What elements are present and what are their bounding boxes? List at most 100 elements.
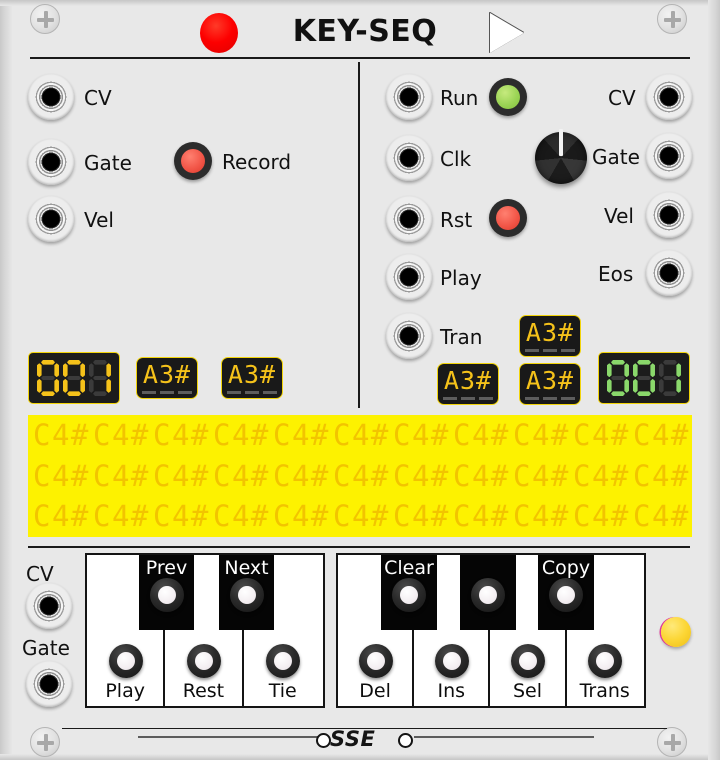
button-cap xyxy=(443,652,462,670)
black-key-clear[interactable]: Clear xyxy=(381,555,437,630)
mounting-screw-top-right xyxy=(657,4,687,34)
jack-rst[interactable] xyxy=(386,196,432,242)
key-button-clear[interactable] xyxy=(392,578,426,612)
key-button-unlabeled-1[interactable] xyxy=(471,578,505,612)
jack-input-vel[interactable] xyxy=(28,196,74,242)
black-key-label: Next xyxy=(224,557,269,579)
matrix-cell[interactable]: C4# xyxy=(513,461,573,491)
jack-tran[interactable] xyxy=(386,313,432,359)
button-cap xyxy=(595,652,614,670)
matrix-cell[interactable]: C4# xyxy=(333,461,393,491)
note-display-left-2[interactable]: A3# xyxy=(221,357,283,399)
jack-clk[interactable] xyxy=(386,135,432,181)
matrix-cell[interactable]: C4# xyxy=(513,420,573,450)
header-divider xyxy=(30,57,690,59)
clk-knob[interactable] xyxy=(535,129,587,184)
matrix-cell[interactable]: C4# xyxy=(93,461,153,491)
seven-segment-digit xyxy=(63,360,85,396)
key-button-rest[interactable] xyxy=(187,644,222,678)
key-button-prev[interactable] xyxy=(149,578,184,612)
matrix-cell[interactable]: C4# xyxy=(213,502,273,531)
matrix-cell[interactable]: C4# xyxy=(33,502,93,531)
lower-divider xyxy=(28,546,690,548)
key-button-next[interactable] xyxy=(229,578,264,612)
matrix-cell[interactable]: C4# xyxy=(333,420,393,450)
black-key-label: Prev xyxy=(145,557,188,579)
matrix-cell[interactable]: C4# xyxy=(213,461,273,491)
jack-label-out-gate: Gate xyxy=(592,145,640,169)
key-button-tie[interactable] xyxy=(265,644,300,678)
black-key-copy[interactable]: Copy xyxy=(538,555,594,630)
jack-out-eos[interactable] xyxy=(646,250,692,296)
jack-bottom-gate[interactable] xyxy=(26,661,72,707)
matrix-cell[interactable]: C4# xyxy=(273,502,333,531)
jack-out-cv[interactable] xyxy=(646,74,692,120)
key-button-play[interactable] xyxy=(109,644,144,678)
note-display-right-2[interactable]: A3# xyxy=(519,363,581,405)
key-button-trans[interactable] xyxy=(587,644,622,678)
matrix-cell[interactable]: C4# xyxy=(633,420,692,450)
segment-f xyxy=(63,363,68,378)
matrix-cell[interactable]: C4# xyxy=(633,502,692,531)
matrix-cell[interactable]: C4# xyxy=(573,461,633,491)
matrix-cell[interactable]: C4# xyxy=(333,502,393,531)
jack-run[interactable] xyxy=(386,74,432,120)
jack-play[interactable] xyxy=(386,254,432,300)
seven-segment-digit xyxy=(89,360,111,396)
segment-d xyxy=(93,391,107,396)
segment-b xyxy=(54,363,59,378)
jack-bottom-cv[interactable] xyxy=(26,583,72,629)
key-button-del[interactable] xyxy=(359,644,394,678)
seven-segment-digit xyxy=(607,360,629,396)
matrix-cell[interactable]: C4# xyxy=(213,420,273,450)
key-button-sel[interactable] xyxy=(511,644,546,678)
jack-input-cv[interactable] xyxy=(28,74,74,120)
key-button-ins[interactable] xyxy=(435,644,470,678)
matrix-cell[interactable]: C4# xyxy=(453,461,513,491)
matrix-cell[interactable]: C4# xyxy=(513,502,573,531)
note-display-tran[interactable]: A3# xyxy=(519,315,581,357)
record-led[interactable] xyxy=(174,142,212,180)
matrix-cell[interactable]: C4# xyxy=(393,461,453,491)
matrix-cell[interactable]: C4# xyxy=(573,420,633,450)
jack-label-out-cv: CV xyxy=(608,86,636,110)
segment-g xyxy=(663,375,677,381)
run-led[interactable] xyxy=(489,78,527,116)
rst-led[interactable] xyxy=(489,199,527,237)
segment-a xyxy=(637,360,651,365)
matrix-cell[interactable]: C4# xyxy=(273,461,333,491)
note-display-right-1[interactable]: A3# xyxy=(437,363,499,405)
jack-out-gate[interactable] xyxy=(646,133,692,179)
matrix-cell[interactable]: C4# xyxy=(393,502,453,531)
jack-input-gate[interactable] xyxy=(28,139,74,185)
matrix-cell[interactable]: C4# xyxy=(33,420,93,450)
matrix-cell[interactable]: C4# xyxy=(93,420,153,450)
segment-a xyxy=(41,360,55,365)
matrix-cell[interactable]: C4# xyxy=(153,420,213,450)
sequence-matrix-display[interactable]: C4# C4# C4# C4# C4# C4# C4# C4# C4# C4# C4# C4# C4# C… xyxy=(28,415,692,537)
matrix-cell[interactable]: C4# xyxy=(573,502,633,531)
matrix-cell[interactable]: C4# xyxy=(393,420,453,450)
matrix-cell[interactable]: C4# xyxy=(153,502,213,531)
matrix-cell[interactable]: C4# xyxy=(273,420,333,450)
matrix-cell[interactable]: C4# xyxy=(453,502,513,531)
matrix-cell[interactable]: C4# xyxy=(93,502,153,531)
segment-g xyxy=(637,375,651,381)
brand-logo: SSE xyxy=(330,727,376,751)
matrix-cell[interactable]: C4# xyxy=(453,420,513,450)
segment-e xyxy=(63,378,68,393)
key-button-copy[interactable] xyxy=(549,578,583,612)
segment-d xyxy=(637,391,651,396)
length-counter-display xyxy=(598,352,690,404)
jack-label-play: Play xyxy=(440,266,482,290)
button-cap xyxy=(479,586,497,604)
matrix-cell[interactable]: C4# xyxy=(153,461,213,491)
matrix-cell[interactable]: C4# xyxy=(33,461,93,491)
matrix-cell[interactable]: C4# xyxy=(633,461,692,491)
black-key-next[interactable]: Next xyxy=(219,555,274,630)
black-key-unlabeled-1[interactable] xyxy=(460,555,516,630)
step-counter-display xyxy=(28,352,120,404)
black-key-prev[interactable]: Prev xyxy=(139,555,194,630)
jack-out-vel[interactable] xyxy=(646,192,692,238)
note-display-left-1[interactable]: A3# xyxy=(136,357,198,399)
